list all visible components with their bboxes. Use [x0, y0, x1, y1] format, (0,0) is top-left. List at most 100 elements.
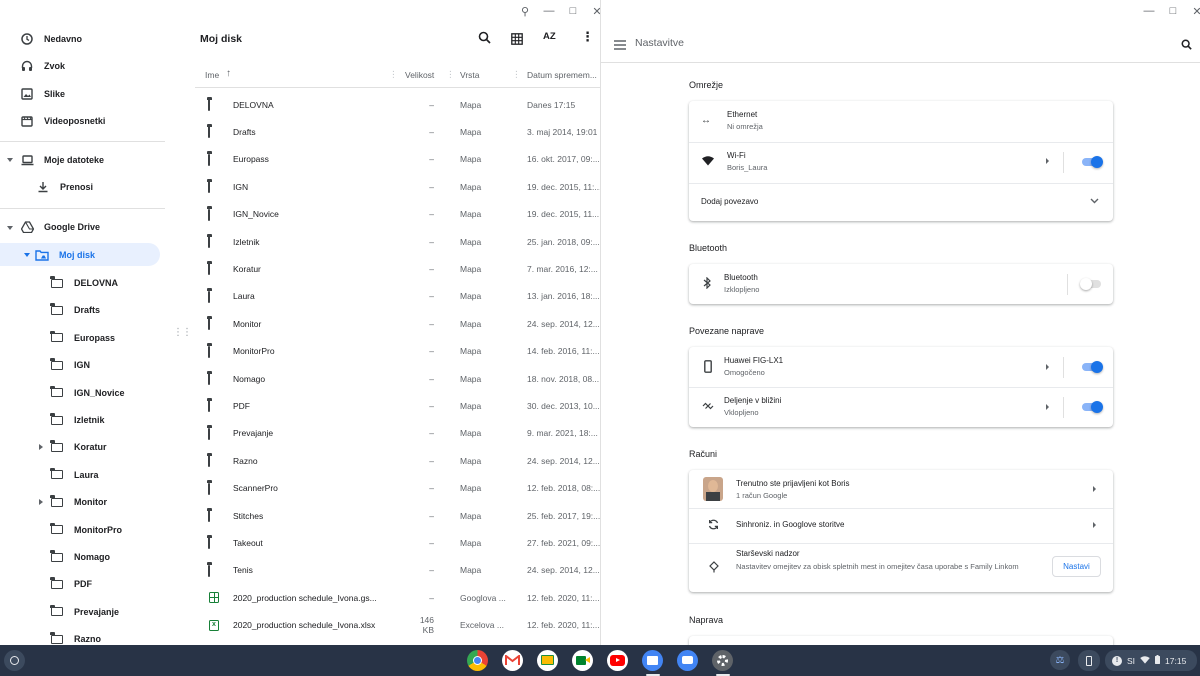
grid-view-icon[interactable] [511, 32, 523, 50]
assistant-icon[interactable]: ⚖ [1050, 650, 1070, 670]
phone-hub-button[interactable] [1078, 650, 1100, 671]
sidebar-folder-item[interactable]: Razno [50, 626, 101, 645]
maximize-button[interactable]: □ [562, 3, 584, 19]
zoom-icon[interactable]: ⚲ [514, 3, 536, 19]
sidebar-folder-item[interactable]: Prevajanje [50, 599, 119, 625]
signed-in-row[interactable]: Trenutno ste prijavljeni kot Boris 1 rač… [689, 470, 1113, 508]
table-row[interactable]: Europass – Mapa 16. okt. 2017, 09:... [195, 146, 600, 173]
column-header-size[interactable]: Velikost [405, 70, 434, 80]
search-icon[interactable] [1181, 37, 1192, 55]
sidebar-item-my-files[interactable]: Moje datoteke [20, 147, 104, 173]
classroom-app-icon[interactable] [537, 650, 558, 671]
expand-caret-icon[interactable] [39, 499, 43, 506]
setup-button[interactable]: Nastavi [1052, 556, 1101, 577]
sidebar-folder-item[interactable]: Koratur [50, 434, 107, 460]
search-icon[interactable] [478, 31, 491, 49]
table-row[interactable]: Monitor – Mapa 24. sep. 2014, 12... [195, 310, 600, 337]
minimize-button[interactable]: — [538, 3, 560, 19]
sidebar-folder-item[interactable]: Monitor [50, 489, 107, 515]
sidebar-item-downloads[interactable]: Prenosi [36, 174, 93, 200]
table-row[interactable]: Razno – Mapa 24. sep. 2014, 12... [195, 447, 600, 474]
sidebar-item-images[interactable]: Slike [20, 81, 65, 107]
chevron-right-icon[interactable] [1093, 522, 1096, 528]
sidebar-item-google-drive[interactable]: Google Drive [20, 214, 100, 240]
wifi-row[interactable]: Wi-Fi Boris_Laura [689, 142, 1113, 183]
table-row[interactable]: 2020_production schedule_Ivona.gs... – Goo… [195, 584, 600, 611]
bluetooth-toggle[interactable] [1080, 278, 1101, 290]
more-options-icon[interactable]: ⋮ [581, 29, 594, 45]
column-resize-icon[interactable]: ⋮ [446, 69, 455, 80]
table-row[interactable]: x 2020_production schedule_Ivona.xlsx 146 … [195, 612, 600, 639]
nearby-share-toggle[interactable] [1082, 401, 1103, 413]
expand-caret-icon[interactable] [39, 444, 43, 451]
minimize-button[interactable]: — [1138, 3, 1160, 19]
chevron-right-icon[interactable] [1046, 404, 1049, 410]
table-row[interactable]: Prevajanje – Mapa 9. mar. 2021, 18:... [195, 420, 600, 447]
table-row[interactable]: IGN_Novice – Mapa 19. dec. 2015, 11... [195, 201, 600, 228]
table-row[interactable]: Laura – Mapa 13. jan. 2016, 18:... [195, 283, 600, 310]
close-button[interactable]: ✕ [586, 3, 600, 19]
resize-handle-icon[interactable]: ⋮⋮ [173, 327, 192, 338]
gmail-app-icon[interactable] [502, 650, 523, 671]
chrome-app-icon[interactable] [467, 650, 488, 671]
files-app-icon[interactable] [642, 650, 663, 671]
chevron-right-icon[interactable] [1046, 364, 1049, 370]
sidebar-folder-item[interactable]: PDF [50, 571, 92, 597]
sidebar-folder-item[interactable]: Laura [50, 462, 99, 488]
sidebar-folder-item[interactable]: IGN_Novice [50, 380, 125, 406]
expand-caret-icon[interactable] [7, 158, 13, 162]
bluetooth-row[interactable]: Bluetooth Izklopljeno [689, 264, 1113, 304]
sidebar-item-recent[interactable]: Nedavno [20, 26, 82, 52]
add-connection-row[interactable]: Dodaj povezavo [689, 183, 1113, 221]
column-header-name[interactable]: Ime [205, 70, 219, 80]
sidebar-folder-item[interactable]: Izletnik [50, 407, 105, 433]
phone-toggle[interactable] [1082, 361, 1103, 373]
sidebar-folder-item[interactable]: Europass [50, 325, 115, 351]
table-row[interactable]: Stitches – Mapa 25. feb. 2017, 19:... [195, 502, 600, 529]
sort-button[interactable]: AZ [543, 31, 556, 42]
sort-up-arrow-icon[interactable]: ↑ [226, 68, 231, 79]
table-row[interactable]: MonitorPro – Mapa 14. feb. 2016, 11:... [195, 338, 600, 365]
nearby-share-row[interactable]: Deljenje v bližini Vklopljeno [689, 387, 1113, 427]
wifi-toggle[interactable] [1082, 156, 1103, 168]
table-row[interactable]: PDF – Mapa 30. dec. 2013, 10... [195, 392, 600, 419]
menu-icon[interactable] [614, 37, 626, 55]
table-row[interactable]: Koratur – Mapa 7. mar. 2016, 12:... [195, 255, 600, 282]
table-row[interactable]: IGN – Mapa 19. dec. 2015, 11:... [195, 173, 600, 200]
sidebar-item-videos[interactable]: Videoposnetki [20, 108, 105, 134]
table-row[interactable]: Drafts – Mapa 3. maj 2014, 19:01 [195, 118, 600, 145]
table-row[interactable]: ScannerPro – Mapa 12. feb. 2018, 08:... [195, 475, 600, 502]
column-resize-icon[interactable]: ⋮ [512, 69, 521, 80]
chevron-right-icon[interactable] [1093, 486, 1096, 492]
launcher-button[interactable] [4, 650, 25, 671]
youtube-app-icon[interactable] [607, 650, 628, 671]
status-area[interactable]: ! SI 17:15 [1105, 650, 1197, 671]
sidebar-folder-item[interactable]: DELOVNA [50, 270, 118, 296]
sidebar-folder-item[interactable]: Nomago [50, 544, 110, 570]
table-row[interactable]: Tenis – Mapa 24. sep. 2014, 12... [195, 557, 600, 584]
sidebar-folder-item[interactable]: MonitorPro [50, 517, 122, 543]
column-header-date[interactable]: Datum spremem... [527, 70, 597, 80]
table-row[interactable]: DELOVNA – Mapa Danes 17:15 [195, 91, 600, 118]
table-row[interactable]: Izletnik – Mapa 25. jan. 2018, 09:... [195, 228, 600, 255]
sidebar-folder-item[interactable]: IGN [50, 352, 90, 378]
sync-row[interactable]: Sinhroniz. in Googlove storitve [689, 508, 1113, 543]
expand-caret-icon[interactable] [7, 226, 13, 230]
chevron-right-icon[interactable] [1046, 158, 1049, 164]
phone-row[interactable]: Huawei FIG-LX1 Omogočeno [689, 347, 1113, 387]
sidebar-folder-item[interactable]: Drafts [50, 297, 100, 323]
maximize-button[interactable]: □ [1162, 3, 1184, 19]
meet-app-icon[interactable] [572, 650, 593, 671]
ethernet-row[interactable]: ↔ Ethernet Ni omrežja [689, 101, 1113, 142]
expand-caret-icon[interactable] [24, 253, 30, 257]
table-row[interactable]: Nomago – Mapa 18. nov. 2018, 08... [195, 365, 600, 392]
close-button[interactable]: ✕ [1186, 3, 1200, 19]
table-row[interactable]: Takeout – Mapa 27. feb. 2021, 09:... [195, 529, 600, 556]
settings-app-icon[interactable] [712, 650, 733, 671]
messages-app-icon[interactable] [677, 650, 698, 671]
chevron-down-icon[interactable] [1090, 197, 1099, 206]
sidebar-item-audio[interactable]: Zvok [20, 53, 65, 79]
breadcrumb[interactable]: Moj disk [200, 33, 242, 45]
column-header-type[interactable]: Vrsta [460, 70, 480, 80]
column-resize-icon[interactable]: ⋮ [389, 69, 398, 80]
